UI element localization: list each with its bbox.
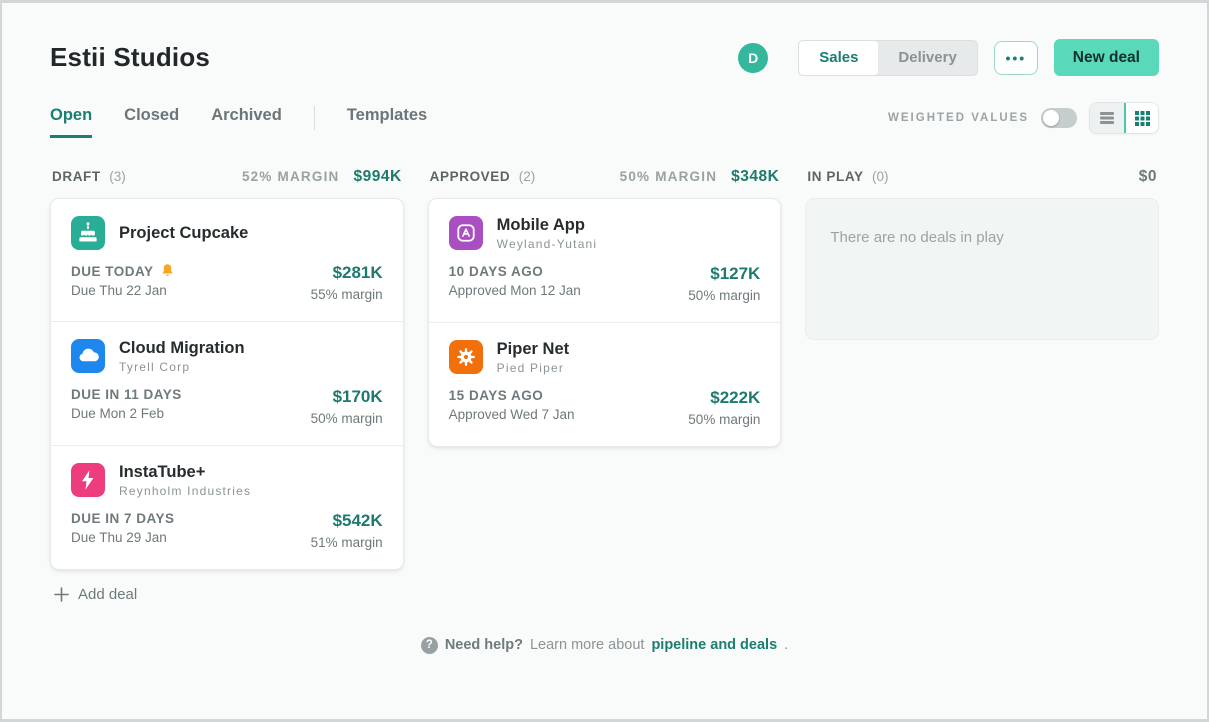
draft-card-stack: Project Cupcake DUE TODAY bbox=[50, 198, 404, 570]
column-in-play-header: IN PLAY (0) $0 bbox=[805, 168, 1159, 198]
deal-value: $222K bbox=[688, 388, 760, 408]
help-text: Learn more about bbox=[530, 637, 644, 653]
deal-status: 10 DAYS AGO bbox=[449, 264, 544, 279]
tab-archived[interactable]: Archived bbox=[211, 106, 282, 138]
deal-value: $281K bbox=[311, 263, 383, 283]
deal-margin: 50% margin bbox=[311, 411, 383, 426]
approved-card-stack: Mobile App Weyland-Yutani 10 DAYS AGO Ap… bbox=[428, 198, 782, 447]
deal-card-project-cupcake[interactable]: Project Cupcake DUE TODAY bbox=[51, 199, 403, 321]
deal-card-piper-net[interactable]: Piper Net Pied Piper 15 DAYS AGO Approve… bbox=[429, 322, 781, 446]
column-name: IN PLAY bbox=[807, 169, 863, 184]
column-total: $348K bbox=[731, 168, 779, 186]
deal-value: $542K bbox=[311, 511, 383, 531]
deal-date: Due Thu 22 Jan bbox=[71, 283, 175, 298]
header: Estii Studios D Sales Delivery ••• New d… bbox=[2, 3, 1207, 76]
list-view-button[interactable] bbox=[1090, 103, 1124, 133]
deal-margin: 51% margin bbox=[311, 535, 383, 550]
mode-switch: Sales Delivery bbox=[798, 40, 978, 76]
add-deal-button[interactable]: Add deal bbox=[54, 586, 404, 603]
deal-status: DUE IN 7 DAYS bbox=[71, 511, 175, 526]
tab-templates[interactable]: Templates bbox=[347, 106, 427, 138]
column-count: (0) bbox=[872, 169, 889, 184]
deal-status: 15 DAYS AGO bbox=[449, 388, 544, 403]
deal-value: $127K bbox=[688, 264, 760, 284]
deal-margin: 50% margin bbox=[688, 288, 760, 303]
deal-date: Due Thu 29 Jan bbox=[71, 530, 175, 545]
grid-view-button[interactable] bbox=[1124, 103, 1158, 133]
deal-title: InstaTube+ bbox=[119, 463, 251, 482]
deal-status: DUE TODAY bbox=[71, 264, 154, 279]
deal-title: Cloud Migration bbox=[119, 339, 245, 358]
weighted-values-toggle[interactable] bbox=[1041, 108, 1077, 128]
column-total: $0 bbox=[1139, 168, 1157, 186]
help-period: . bbox=[784, 637, 788, 653]
lightning-bolt-icon bbox=[71, 463, 105, 497]
deal-date: Approved Wed 7 Jan bbox=[449, 407, 575, 422]
app-store-icon bbox=[449, 216, 483, 250]
pipeline-board: DRAFT (3) 52% MARGIN $994K bbox=[2, 142, 1207, 603]
deal-date: Due Mon 2 Feb bbox=[71, 406, 182, 421]
pipeline-deals-link[interactable]: pipeline and deals bbox=[651, 637, 777, 653]
cake-icon bbox=[71, 216, 105, 250]
deal-card-cloud-migration[interactable]: Cloud Migration Tyrell Corp DUE IN 11 DA… bbox=[51, 321, 403, 445]
deal-client: Tyrell Corp bbox=[119, 360, 245, 374]
column-name: DRAFT bbox=[52, 169, 101, 184]
mode-sales-button[interactable]: Sales bbox=[799, 41, 878, 75]
more-options-button[interactable]: ••• bbox=[994, 41, 1038, 75]
deal-card-mobile-app[interactable]: Mobile App Weyland-Yutani 10 DAYS AGO Ap… bbox=[429, 199, 781, 322]
list-view-icon bbox=[1099, 111, 1115, 125]
bell-icon bbox=[160, 263, 175, 279]
column-count: (3) bbox=[109, 169, 126, 184]
avatar[interactable]: D bbox=[738, 43, 768, 73]
column-draft-header: DRAFT (3) 52% MARGIN $994K bbox=[50, 168, 404, 198]
weighted-values-label: WEIGHTED VALUES bbox=[888, 112, 1029, 124]
tab-row: Open Closed Archived Templates WEIGHTED … bbox=[2, 76, 1207, 142]
column-draft: DRAFT (3) 52% MARGIN $994K bbox=[50, 168, 404, 603]
deal-date: Approved Mon 12 Jan bbox=[449, 283, 581, 298]
deal-margin: 50% margin bbox=[688, 412, 760, 427]
cloud-icon bbox=[71, 339, 105, 373]
add-deal-label: Add deal bbox=[78, 586, 137, 603]
question-mark-icon: ? bbox=[421, 637, 438, 654]
deal-value: $170K bbox=[311, 387, 383, 407]
column-in-play: IN PLAY (0) $0 There are no deals in pla… bbox=[805, 168, 1159, 340]
column-count: (2) bbox=[519, 169, 536, 184]
deal-title: Mobile App bbox=[497, 216, 598, 235]
column-margin: 52% MARGIN bbox=[242, 169, 340, 184]
toolbar: WEIGHTED VALUES bbox=[888, 102, 1159, 142]
column-margin: 50% MARGIN bbox=[620, 169, 718, 184]
column-approved: APPROVED (2) 50% MARGIN $348K bbox=[428, 168, 782, 447]
tab-open[interactable]: Open bbox=[50, 106, 92, 138]
empty-state-text: There are no deals in play bbox=[830, 229, 1134, 246]
in-play-empty-panel: There are no deals in play bbox=[805, 198, 1159, 340]
deal-margin: 55% margin bbox=[311, 287, 383, 302]
help-bar: ? Need help? Learn more about pipeline a… bbox=[2, 637, 1207, 654]
new-deal-button[interactable]: New deal bbox=[1054, 39, 1159, 76]
deal-client: Weyland-Yutani bbox=[497, 237, 598, 251]
grid-view-icon bbox=[1135, 111, 1150, 126]
tab-closed[interactable]: Closed bbox=[124, 106, 179, 138]
tab-divider bbox=[314, 106, 315, 130]
tabs: Open Closed Archived Templates bbox=[50, 106, 427, 138]
gear-chip-icon bbox=[449, 340, 483, 374]
plus-icon bbox=[54, 587, 69, 602]
deal-card-instatube[interactable]: InstaTube+ Reynholm Industries DUE IN 7 … bbox=[51, 445, 403, 569]
toggle-knob bbox=[1043, 110, 1059, 126]
deal-client: Reynholm Industries bbox=[119, 484, 251, 498]
app-window: Estii Studios D Sales Delivery ••• New d… bbox=[0, 0, 1209, 722]
deal-title: Piper Net bbox=[497, 340, 569, 359]
column-approved-header: APPROVED (2) 50% MARGIN $348K bbox=[428, 168, 782, 198]
help-bold-text: Need help? bbox=[445, 637, 523, 653]
page-title: Estii Studios bbox=[50, 42, 210, 73]
column-name: APPROVED bbox=[430, 169, 511, 184]
deal-title: Project Cupcake bbox=[119, 224, 248, 243]
deal-status: DUE IN 11 DAYS bbox=[71, 387, 182, 402]
mode-delivery-button[interactable]: Delivery bbox=[878, 41, 976, 75]
header-actions: D Sales Delivery ••• New deal bbox=[738, 39, 1159, 76]
deal-client: Pied Piper bbox=[497, 361, 569, 375]
column-total: $994K bbox=[353, 168, 401, 186]
view-switcher bbox=[1089, 102, 1159, 134]
